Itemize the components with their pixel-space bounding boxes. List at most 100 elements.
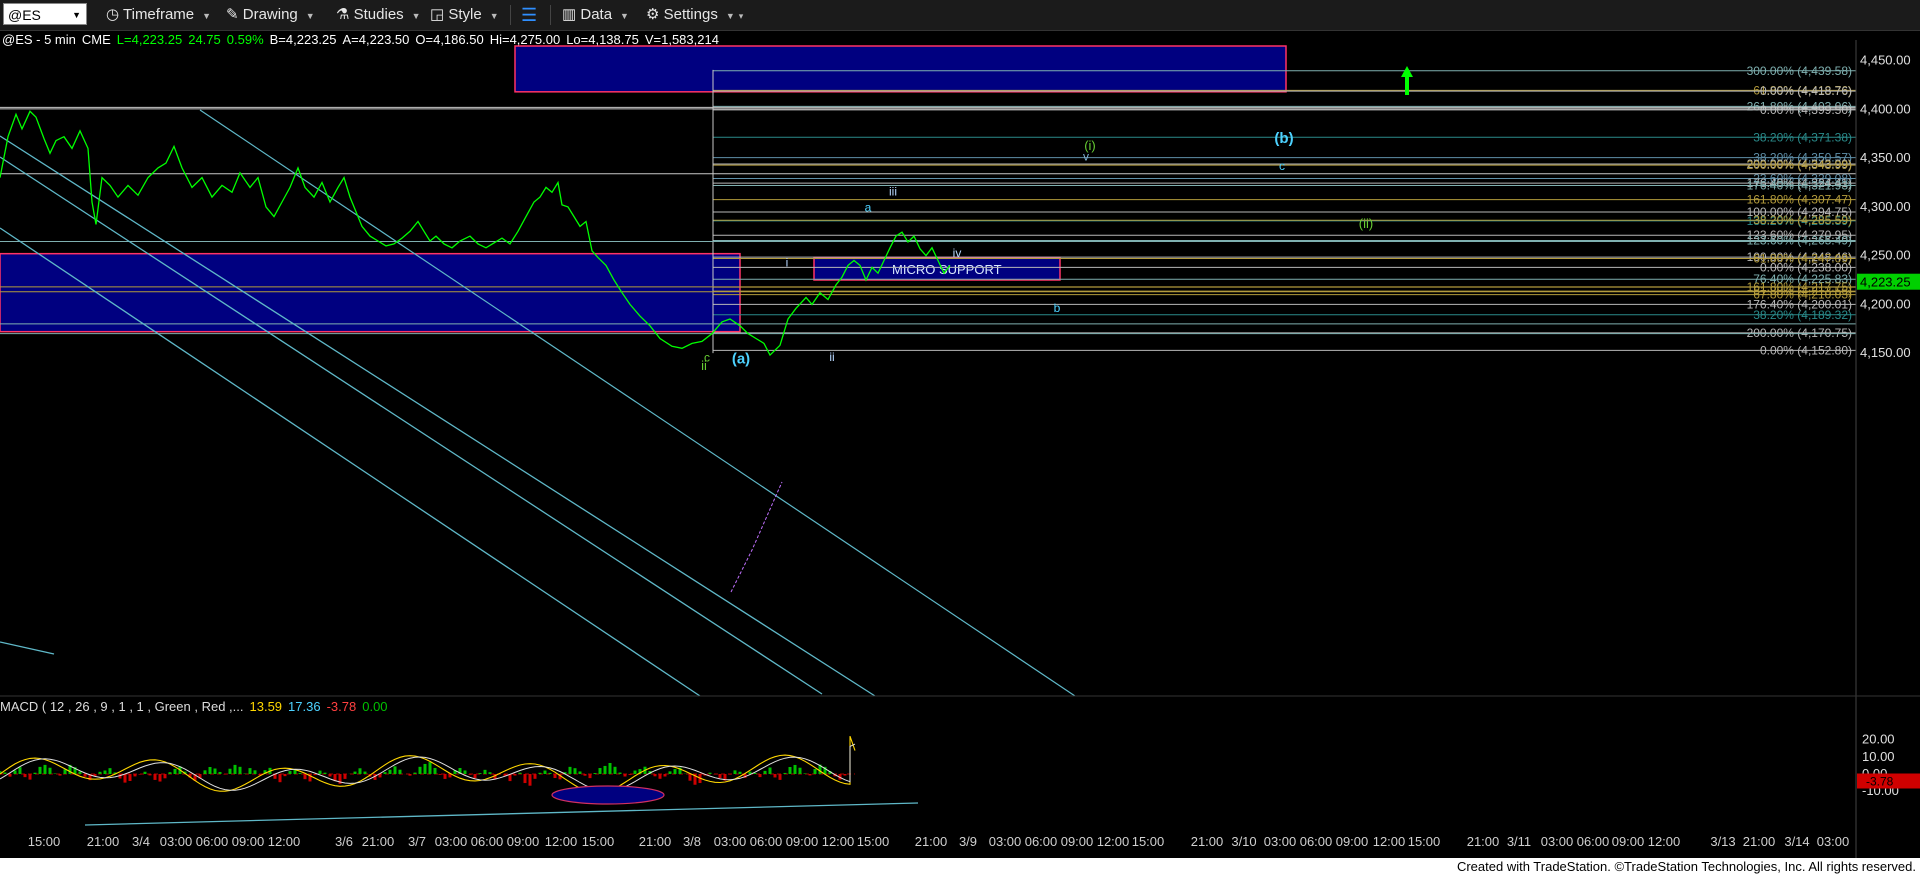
time-tick-17: 03:00 — [714, 834, 747, 849]
wave-label-3: c — [1279, 159, 1285, 173]
time-tick-43: 21:00 — [1743, 834, 1776, 849]
trend-channel-3 — [0, 641, 55, 655]
support-zone-0 — [514, 45, 1287, 93]
time-tick-19: 09:00 — [786, 834, 819, 849]
fib-label-4: 0.00% (4,399.50) — [1760, 103, 1852, 117]
time-tick-29: 21:00 — [1191, 834, 1224, 849]
time-tick-41: 12:00 — [1648, 834, 1681, 849]
fib-label-26: 38.20% (4,189.32) — [1753, 308, 1852, 322]
wave-label-layer: (b)(i)vciiia(ii)ivibiic (a)ii — [701, 130, 1373, 373]
time-tick-9: 3/7 — [408, 834, 426, 849]
time-tick-28: 15:00 — [1132, 834, 1165, 849]
time-tick-16: 3/8 — [683, 834, 701, 849]
time-tick-0: 15:00 — [28, 834, 61, 849]
footer-bar: Created with TradeStation. ©TradeStation… — [0, 858, 1920, 876]
time-tick-34: 12:00 — [1373, 834, 1406, 849]
time-tick-6: 12:00 — [268, 834, 301, 849]
wave-label-12: (a) — [732, 350, 750, 367]
wave-label-7: iv — [953, 246, 962, 260]
divergence-ellipse — [551, 785, 665, 805]
wave-label-13: ii — [701, 358, 707, 373]
time-tick-7: 3/6 — [335, 834, 353, 849]
time-tick-8: 21:00 — [362, 834, 395, 849]
macd-tick-1: 10.00 — [1862, 749, 1895, 764]
macd-info-line: MACD ( 12 , 26 , 9 , 1 , 1 , Green , Red… — [0, 699, 394, 714]
time-tick-20: 12:00 — [822, 834, 855, 849]
time-tick-27: 12:00 — [1097, 834, 1130, 849]
price-tick-4: 4,250.00 — [1860, 248, 1911, 263]
time-tick-30: 3/10 — [1231, 834, 1256, 849]
wave-label-9: b — [1054, 301, 1061, 315]
fib-label-17: 123.60% (4,265.49) — [1747, 234, 1852, 248]
projection-path — [730, 481, 783, 593]
macd-tick-0: 20.00 — [1862, 732, 1895, 747]
fib-label-11: 176.40% (4,321.93) — [1747, 178, 1852, 192]
wave-label-5: a — [865, 200, 872, 214]
fib-label-27: 200.00% (4,170.75) — [1747, 326, 1852, 340]
time-tick-26: 09:00 — [1061, 834, 1094, 849]
wave-label-8: i — [786, 255, 789, 269]
price-tick-3: 4,300.00 — [1860, 199, 1911, 214]
time-tick-22: 21:00 — [915, 834, 948, 849]
price-tick-2: 4,350.00 — [1860, 150, 1911, 165]
fib-label-8: 200.00% (4,343.99) — [1747, 158, 1852, 172]
wave-label-6: (ii) — [1359, 216, 1373, 231]
fib-label-0: 300.00% (4,439.58) — [1747, 64, 1852, 78]
time-tick-36: 21:00 — [1467, 834, 1500, 849]
time-tick-44: 3/14 — [1784, 834, 1809, 849]
time-tick-23: 3/9 — [959, 834, 977, 849]
time-tick-32: 06:00 — [1300, 834, 1333, 849]
price-tick-5: 4,200.00 — [1860, 296, 1911, 311]
time-tick-15: 21:00 — [639, 834, 672, 849]
price-axis: 4,450.00 4,400.00 4,350.00 4,300.00 4,250.00… — [0, 40, 1920, 858]
time-tick-33: 09:00 — [1336, 834, 1369, 849]
macd-histogram-value: -3.78 — [326, 699, 357, 714]
price-tick-1: 4,400.00 — [1860, 101, 1911, 116]
macd-value: 13.59 — [249, 699, 283, 714]
time-tick-2: 3/4 — [132, 834, 150, 849]
trend-channel-4 — [84, 802, 919, 826]
macd-zero-value: 0.00 — [362, 699, 388, 714]
time-tick-10: 03:00 — [435, 834, 468, 849]
fib-label-2: 0.00% (4,418.76) — [1760, 84, 1852, 98]
price-tick-6: 4,150.00 — [1860, 345, 1911, 360]
zone-layer: MICRO SUPPORT — [0, 45, 1287, 333]
time-tick-35: 15:00 — [1408, 834, 1441, 849]
trend-channel-upper — [199, 109, 1076, 697]
time-tick-3: 03:00 — [160, 834, 193, 849]
footer-credit: Created with TradeStation. ©TradeStation… — [1456, 859, 1916, 874]
time-tick-45: 03:00 — [1817, 834, 1850, 849]
macd-panel: 20.0010.000.00-10.00-3.78 — [0, 732, 1920, 805]
overlay-layer — [0, 106, 1856, 826]
time-tick-38: 03:00 — [1541, 834, 1574, 849]
time-tick-39: 06:00 — [1577, 834, 1610, 849]
wave-label-2: v — [1083, 150, 1089, 164]
time-tick-5: 09:00 — [232, 834, 265, 849]
time-tick-4: 06:00 — [196, 834, 229, 849]
macd-label: MACD ( 12 , 26 , 9 , 1 , 1 , Green , Red… — [0, 699, 244, 714]
time-tick-37: 3/11 — [1507, 834, 1531, 849]
price-chart[interactable]: MICRO SUPPORT 300.00% (4,439.58)61.80% (… — [0, 0, 1920, 858]
price-tick-0: 4,450.00 — [1860, 53, 1911, 68]
time-axis: 15:00 21:00 3/4 03:00 06:00 09:00 12:00 3/6 21:0… — [28, 834, 1850, 849]
time-tick-1: 21:00 — [87, 834, 120, 849]
time-tick-12: 09:00 — [507, 834, 540, 849]
fib-label-5: 38.20% (4,371.38) — [1753, 130, 1852, 144]
macd-line — [0, 735, 856, 794]
time-tick-18: 06:00 — [750, 834, 783, 849]
fib-label-28: 0.00% (4,152.80) — [1760, 343, 1852, 357]
wave-label-10: ii — [829, 350, 834, 364]
wave-label-0: (b) — [1274, 130, 1293, 147]
wave-label-4: iii — [889, 184, 897, 198]
support-zone-1 — [0, 252, 741, 333]
macd-last-tag-text: -3.78 — [1866, 775, 1894, 789]
time-tick-31: 03:00 — [1264, 834, 1297, 849]
last-price-tag-text: 4,223.25 — [1860, 275, 1911, 290]
macd-signal-value: 17.36 — [288, 699, 321, 714]
fib-label-15: 38.20% (4,285.59) — [1753, 213, 1852, 227]
time-tick-25: 06:00 — [1025, 834, 1058, 849]
time-tick-21: 15:00 — [857, 834, 890, 849]
time-tick-11: 06:00 — [471, 834, 504, 849]
time-tick-13: 12:00 — [545, 834, 578, 849]
time-tick-42: 3/13 — [1710, 834, 1735, 849]
